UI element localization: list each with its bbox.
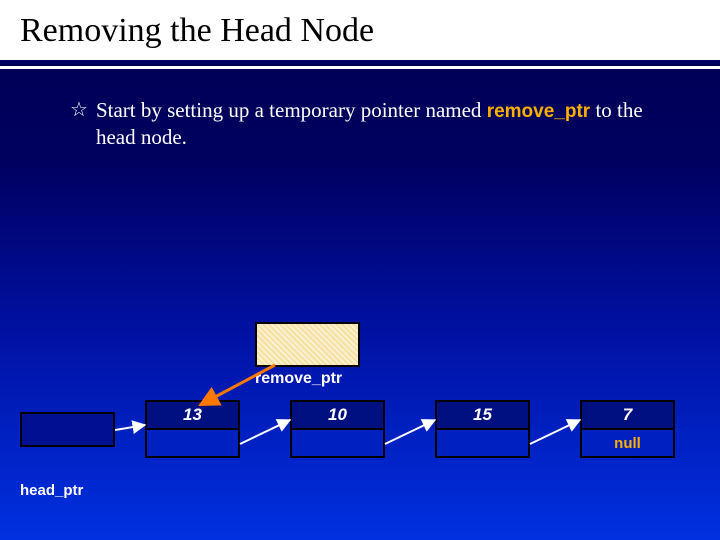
rule-dark	[0, 60, 720, 64]
remove-ptr-box	[255, 322, 360, 367]
arrows-layer	[0, 0, 720, 540]
node-value: 15	[435, 400, 530, 430]
list-item: 13	[145, 400, 240, 458]
bullet-pre: Start by setting up a temporary pointer …	[96, 98, 487, 122]
remove-ptr-label: remove_ptr	[255, 370, 342, 388]
head-ptr-label: head_ptr	[20, 482, 83, 499]
bullet-keyword: remove_ptr	[487, 101, 591, 122]
node-value: 7	[580, 400, 675, 430]
node-next: null	[580, 430, 675, 458]
node-value: 10	[290, 400, 385, 430]
node-next	[435, 430, 530, 458]
list-item: 7 null	[580, 400, 675, 458]
head-ptr-box	[20, 412, 115, 447]
bullet-row: ☆ Start by setting up a temporary pointe…	[70, 97, 660, 150]
star-icon: ☆	[70, 98, 88, 123]
bullet-text: Start by setting up a temporary pointer …	[96, 97, 660, 150]
node-next	[290, 430, 385, 458]
node-list: 13 10 15 7 null	[145, 400, 675, 458]
node-next	[145, 430, 240, 458]
page-title: Removing the Head Node	[0, 0, 720, 60]
node-value: 13	[145, 400, 240, 430]
list-item: 15	[435, 400, 530, 458]
rule-light	[0, 66, 720, 69]
list-item: 10	[290, 400, 385, 458]
arrow-head-ptr	[115, 425, 145, 430]
